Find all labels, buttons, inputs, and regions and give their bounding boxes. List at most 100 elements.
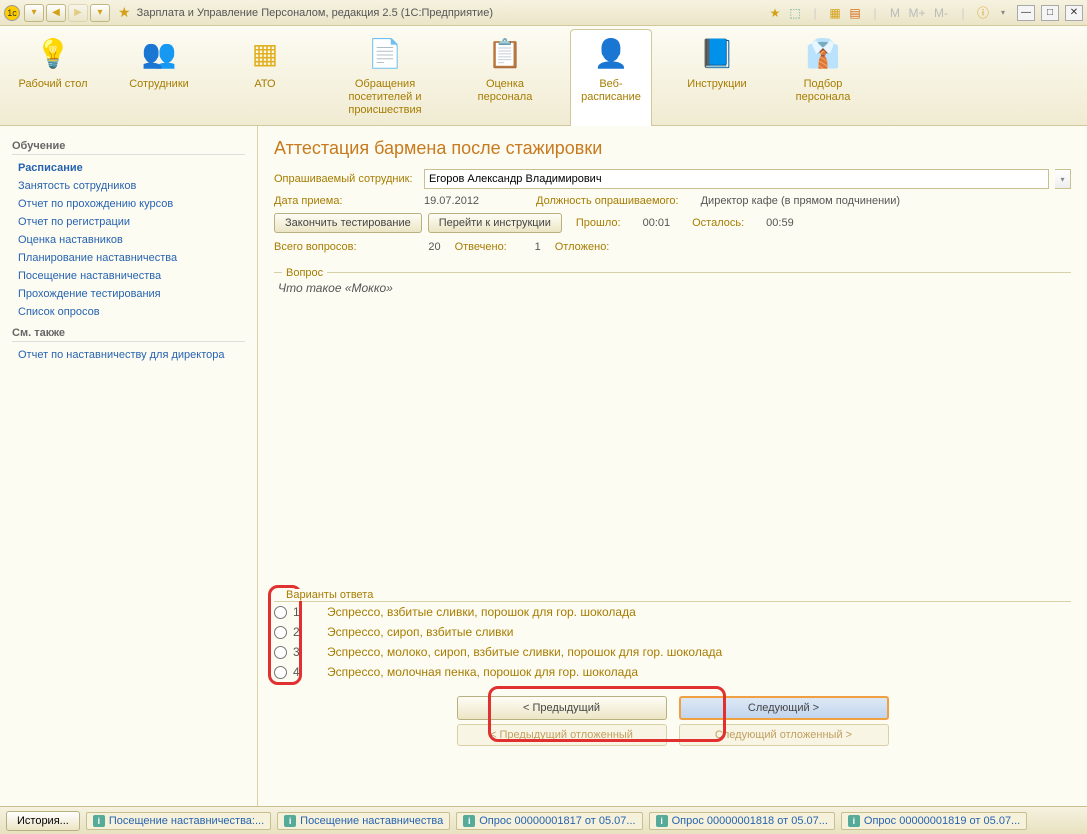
answers-header: Варианты ответа xyxy=(282,589,377,601)
next-postponed-button: Следующий отложенный > xyxy=(679,724,889,746)
star-icon[interactable]: ★ xyxy=(767,5,783,21)
answer-radio-4[interactable] xyxy=(274,666,287,679)
employee-label: Опрашиваемый сотрудник: xyxy=(274,173,418,185)
back-icon[interactable]: ◀ xyxy=(46,4,66,22)
goto-instruction-button[interactable]: Перейти к инструкции xyxy=(428,213,562,233)
sidebar: Обучение Расписание Занятость сотруднико… xyxy=(0,126,258,806)
window-title: Зарплата и Управление Персоналом, редакц… xyxy=(137,7,767,19)
taskbar-item[interactable]: iОпрос 00000001818 от 05.07... xyxy=(649,812,835,830)
toolbar-evaluation[interactable]: 📋 Оценка персонала xyxy=(464,32,546,104)
recruitment-icon: 👔 xyxy=(802,32,844,74)
history-dropdown-icon[interactable]: ▾ xyxy=(90,4,110,22)
sidebar-item-testing[interactable]: Прохождение тестирования xyxy=(12,285,245,303)
titlebar: 1c ▾ ◀ ▶ ▾ ★ Зарплата и Управление Персо… xyxy=(0,0,1087,26)
taskbar-item[interactable]: iОпрос 00000001819 от 05.07... xyxy=(841,812,1027,830)
dropdown-icon[interactable]: ▾ xyxy=(24,4,44,22)
toolbar-desktop[interactable]: 💡 Рабочий стол xyxy=(12,32,94,91)
answer-row[interactable]: 1 Эспрессо, взбитые сливки, порошок для … xyxy=(274,602,1071,622)
date-value: 19.07.2012 xyxy=(424,195,514,207)
sidebar-item-mentor-plan[interactable]: Планирование наставничества xyxy=(12,249,245,267)
toolbar-ato[interactable]: ▦ АТО xyxy=(224,32,306,91)
favorite-icon[interactable]: ★ xyxy=(118,4,131,21)
sidebar-item-employment[interactable]: Занятость сотрудников xyxy=(12,177,245,195)
calc-icon[interactable]: ▦ xyxy=(827,5,843,21)
answer-radio-1[interactable] xyxy=(274,606,287,619)
bottombar: История... iПосещение наставничества:...… xyxy=(0,806,1087,834)
info-icon[interactable]: ⓘ xyxy=(975,5,991,21)
answer-row[interactable]: 4 Эспрессо, молочная пенка, порошок для … xyxy=(274,662,1071,682)
calendar-icon[interactable]: ▤ xyxy=(847,5,863,21)
answer-row[interactable]: 3 Эспрессо, молоко, сироп, взбитые сливк… xyxy=(274,642,1071,662)
toolbar-recruitment[interactable]: 👔 Подбор персонала xyxy=(782,32,864,104)
total-q-value: 20 xyxy=(361,241,451,253)
sidebar-item-course-report[interactable]: Отчет по прохождению курсов xyxy=(12,195,245,213)
app-logo-icon: 1c xyxy=(4,5,20,21)
sep-icon: | xyxy=(807,5,823,21)
sep-icon: | xyxy=(955,5,971,21)
position-label: Должность опрашиваемого: xyxy=(536,195,679,207)
link-icon[interactable]: ⬚ xyxy=(787,5,803,21)
sidebar-item-director-report[interactable]: Отчет по наставничеству для директора xyxy=(12,346,245,364)
toolbar-incidents[interactable]: 📄 Обращения посетителей и происшествия xyxy=(330,32,440,117)
ato-icon: ▦ xyxy=(244,32,286,74)
postponed-label: Отложено: xyxy=(555,241,610,253)
content-area: Аттестация бармена после стажировки Опра… xyxy=(258,126,1087,806)
answer-radio-2[interactable] xyxy=(274,626,287,639)
answer-radio-3[interactable] xyxy=(274,646,287,659)
desktop-icon: 💡 xyxy=(32,32,74,74)
incidents-icon: 📄 xyxy=(364,32,406,74)
page-title: Аттестация бармена после стажировки xyxy=(274,138,1071,159)
elapsed-label: Прошло: xyxy=(576,217,621,229)
forward-icon[interactable]: ▶ xyxy=(68,4,88,22)
sep-icon: | xyxy=(867,5,883,21)
instructions-icon: 📘 xyxy=(696,32,738,74)
sidebar-group-title: См. также xyxy=(12,327,245,342)
answer-row[interactable]: 2 Эспрессо, сироп, взбитые сливки xyxy=(274,622,1071,642)
info-icon: i xyxy=(284,815,296,827)
sidebar-item-registration-report[interactable]: Отчет по регистрации xyxy=(12,213,245,231)
taskbar-item[interactable]: iПосещение наставничества xyxy=(277,812,450,830)
prev-postponed-button: < Предыдущий отложенный xyxy=(457,724,667,746)
info-icon: i xyxy=(656,815,668,827)
taskbar-item[interactable]: iОпрос 00000001817 от 05.07... xyxy=(456,812,642,830)
info-icon: i xyxy=(93,815,105,827)
web-schedule-icon: 👤 xyxy=(590,32,632,74)
remaining-label: Осталось: xyxy=(692,217,744,229)
taskbar-item[interactable]: iПосещение наставничества:... xyxy=(86,812,271,830)
answered-label: Отвечено: xyxy=(455,241,507,253)
sidebar-item-surveys[interactable]: Список опросов xyxy=(12,303,245,321)
m-label[interactable]: M xyxy=(887,5,903,21)
toolbar-web-schedule[interactable]: 👤 Веб-расписание xyxy=(570,29,652,127)
elapsed-value: 00:01 xyxy=(643,217,671,229)
position-value: Директор кафе (в прямом подчинении) xyxy=(701,195,900,207)
employees-icon: 👥 xyxy=(138,32,180,74)
dropdown-icon[interactable]: ▾ xyxy=(1055,169,1071,189)
info-icon: i xyxy=(463,815,475,827)
total-q-label: Всего вопросов: xyxy=(274,241,357,253)
employee-field[interactable] xyxy=(424,169,1049,189)
maximize-icon[interactable]: □ xyxy=(1041,5,1059,21)
finish-test-button[interactable]: Закончить тестирование xyxy=(274,213,422,233)
minimize-icon[interactable]: — xyxy=(1017,5,1035,21)
question-header: Вопрос xyxy=(282,267,327,279)
date-label: Дата приема: xyxy=(274,195,418,207)
info-dropdown-icon[interactable]: ▾ xyxy=(995,5,1011,21)
prev-button[interactable]: < Предыдущий xyxy=(457,696,667,720)
answers-block: Варианты ответа 1 Эспрессо, взбитые слив… xyxy=(274,583,1071,746)
sidebar-item-mentor-visit[interactable]: Посещение наставничества xyxy=(12,267,245,285)
sidebar-group-title: Обучение xyxy=(12,140,245,155)
info-icon: i xyxy=(848,815,860,827)
toolbar-employees[interactable]: 👥 Сотрудники xyxy=(118,32,200,91)
m-plus-label[interactable]: M+ xyxy=(907,5,927,21)
m-minus-label[interactable]: M- xyxy=(931,5,951,21)
toolbar-instructions[interactable]: 📘 Инструкции xyxy=(676,32,758,91)
close-icon[interactable]: ✕ xyxy=(1065,5,1083,21)
next-button[interactable]: Следующий > xyxy=(679,696,889,720)
main-toolbar: 💡 Рабочий стол 👥 Сотрудники ▦ АТО 📄 Обра… xyxy=(0,26,1087,126)
history-button[interactable]: История... xyxy=(6,811,80,831)
question-text: Что такое «Мокко» xyxy=(274,273,1071,303)
sidebar-item-mentor-eval[interactable]: Оценка наставников xyxy=(12,231,245,249)
evaluation-icon: 📋 xyxy=(484,32,526,74)
sidebar-item-schedule[interactable]: Расписание xyxy=(12,159,245,177)
answered-value: 1 xyxy=(511,241,551,253)
